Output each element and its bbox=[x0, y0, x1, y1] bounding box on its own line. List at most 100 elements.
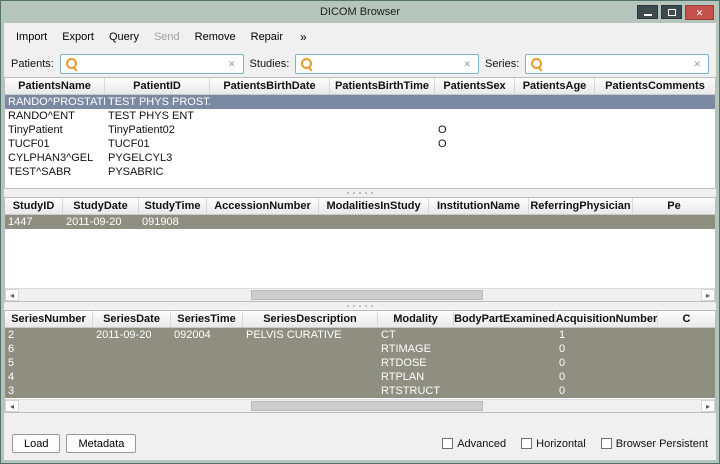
scroll-left-icon[interactable]: ◂ bbox=[5, 400, 19, 412]
maximize-button[interactable] bbox=[661, 5, 682, 19]
table-row[interactable]: RANDO^ENTTEST PHYS ENT bbox=[5, 109, 715, 123]
studies-search-box[interactable]: ✕ bbox=[295, 54, 479, 74]
column-header[interactable]: PatientsAge bbox=[515, 78, 595, 94]
patients-table: PatientsNamePatientIDPatientsBirthDatePa… bbox=[4, 77, 716, 189]
table-cell bbox=[210, 151, 330, 165]
column-header[interactable]: SeriesTime bbox=[171, 311, 243, 327]
column-header[interactable]: BodyPartExamined bbox=[454, 311, 556, 327]
title-bar[interactable]: DICOM Browser ✕ bbox=[1, 1, 719, 23]
table-cell bbox=[595, 123, 715, 137]
table-cell: RTIMAGE bbox=[378, 342, 454, 356]
toolbar-button-import[interactable]: Import bbox=[16, 31, 47, 43]
search-icon bbox=[66, 58, 78, 70]
table-cell bbox=[595, 137, 715, 151]
column-header[interactable]: PatientsSex bbox=[435, 78, 515, 94]
splitter-handle[interactable] bbox=[4, 189, 716, 197]
table-row[interactable]: CYLPHAN3^GELPYGELCYL3 bbox=[5, 151, 715, 165]
column-header[interactable]: StudyID bbox=[5, 198, 63, 214]
patients-search-box[interactable]: ✕ bbox=[60, 54, 244, 74]
clear-icon[interactable]: ✕ bbox=[691, 59, 703, 70]
minimize-button[interactable] bbox=[637, 5, 658, 19]
advanced-checkbox[interactable]: Advanced bbox=[442, 438, 506, 450]
column-header[interactable]: StudyDate bbox=[63, 198, 139, 214]
clear-icon[interactable]: ✕ bbox=[226, 59, 238, 70]
horizontal-checkbox[interactable]: Horizontal bbox=[521, 438, 586, 450]
column-header[interactable]: Pe bbox=[633, 198, 715, 214]
column-header[interactable]: ReferringPhysician bbox=[529, 198, 633, 214]
table-row[interactable]: TEST^SABRPYSABRIC bbox=[5, 165, 715, 179]
scrollbar-thumb[interactable] bbox=[251, 401, 483, 411]
column-header[interactable]: PatientsBirthTime bbox=[330, 78, 435, 94]
table-cell bbox=[93, 384, 171, 398]
table-cell bbox=[595, 95, 715, 109]
column-header[interactable]: Modality bbox=[378, 311, 454, 327]
scrollbar-track[interactable] bbox=[19, 400, 701, 412]
column-header[interactable]: SeriesDescription bbox=[243, 311, 378, 327]
column-header[interactable]: SeriesNumber bbox=[5, 311, 93, 327]
checkbox-icon[interactable] bbox=[521, 438, 532, 449]
table-cell: TUCF01 bbox=[105, 137, 210, 151]
column-header[interactable]: PatientsBirthDate bbox=[210, 78, 330, 94]
toolbar-overflow-button[interactable]: » bbox=[300, 30, 307, 44]
scrollbar-thumb[interactable] bbox=[251, 290, 483, 300]
table-cell bbox=[319, 215, 429, 229]
series-search-box[interactable]: ✕ bbox=[525, 54, 709, 74]
table-cell: RANDO^ENT bbox=[5, 109, 105, 123]
column-header[interactable]: AcquisitionNumber bbox=[556, 311, 658, 327]
scroll-right-icon[interactable]: ▸ bbox=[701, 400, 715, 412]
table-row[interactable]: 3RTSTRUCT0 bbox=[5, 384, 715, 398]
table-cell: 2 bbox=[5, 328, 93, 342]
toolbar-button-export[interactable]: Export bbox=[62, 31, 94, 43]
column-header[interactable]: PatientsComments bbox=[595, 78, 715, 94]
table-row[interactable]: 14472011-09-20091908 bbox=[5, 215, 715, 229]
table-cell bbox=[171, 384, 243, 398]
window-content: Import Export Query Send Remove Repair »… bbox=[4, 23, 716, 460]
toolbar-button-remove[interactable]: Remove bbox=[195, 31, 236, 43]
table-cell: 1447 bbox=[5, 215, 63, 229]
toolbar-button-query[interactable]: Query bbox=[109, 31, 139, 43]
load-button[interactable]: Load bbox=[12, 434, 60, 453]
metadata-button[interactable]: Metadata bbox=[66, 434, 136, 453]
column-header[interactable]: SeriesDate bbox=[93, 311, 171, 327]
studies-search-input[interactable] bbox=[317, 56, 461, 72]
table-row[interactable]: 4RTPLAN0 bbox=[5, 370, 715, 384]
column-header[interactable]: PatientsName bbox=[5, 78, 105, 94]
series-search-input[interactable] bbox=[547, 56, 691, 72]
column-header[interactable]: C bbox=[658, 311, 715, 327]
table-cell: 0 bbox=[556, 370, 658, 384]
app-window: DICOM Browser ✕ Import Export Query Send… bbox=[0, 0, 720, 464]
column-header[interactable]: PatientID bbox=[105, 78, 210, 94]
table-row[interactable]: RANDO^PROSTATETEST PHYS PROSTATE bbox=[5, 95, 715, 109]
column-header[interactable]: ModalitiesInStudy bbox=[319, 198, 429, 214]
table-row[interactable]: TUCF01TUCF01O bbox=[5, 137, 715, 151]
column-header[interactable]: StudyTime bbox=[139, 198, 207, 214]
table-cell: TEST^SABR bbox=[5, 165, 105, 179]
table-cell: PYGELCYL3 bbox=[105, 151, 210, 165]
table-row[interactable]: 22011-09-20092004PELVIS CURATIVECT1 bbox=[5, 328, 715, 342]
close-button[interactable]: ✕ bbox=[685, 5, 714, 20]
column-header[interactable]: AccessionNumber bbox=[207, 198, 319, 214]
checkbox-icon[interactable] bbox=[601, 438, 612, 449]
table-cell bbox=[93, 342, 171, 356]
scrollbar-track[interactable] bbox=[19, 289, 701, 301]
column-header[interactable]: InstitutionName bbox=[429, 198, 529, 214]
scroll-right-icon[interactable]: ▸ bbox=[701, 289, 715, 301]
splitter-handle[interactable] bbox=[4, 302, 716, 310]
table-row[interactable]: 5RTDOSE0 bbox=[5, 356, 715, 370]
checkbox-icon[interactable] bbox=[442, 438, 453, 449]
table-cell: TEST PHYS PROSTATE bbox=[105, 95, 210, 109]
table-cell bbox=[171, 356, 243, 370]
browser-persistent-checkbox[interactable]: Browser Persistent bbox=[601, 438, 708, 450]
scroll-left-icon[interactable]: ◂ bbox=[5, 289, 19, 301]
table-cell: 4 bbox=[5, 370, 93, 384]
horizontal-scrollbar[interactable]: ◂▸ bbox=[5, 399, 715, 412]
table-cell bbox=[210, 123, 330, 137]
table-cell bbox=[595, 165, 715, 179]
patients-search-input[interactable] bbox=[82, 56, 226, 72]
toolbar-button-repair[interactable]: Repair bbox=[251, 31, 283, 43]
table-row[interactable]: 6RTIMAGE0 bbox=[5, 342, 715, 356]
table-cell bbox=[210, 95, 330, 109]
horizontal-scrollbar[interactable]: ◂▸ bbox=[5, 288, 715, 301]
clear-icon[interactable]: ✕ bbox=[461, 59, 473, 70]
table-row[interactable]: TinyPatientTinyPatient02O bbox=[5, 123, 715, 137]
